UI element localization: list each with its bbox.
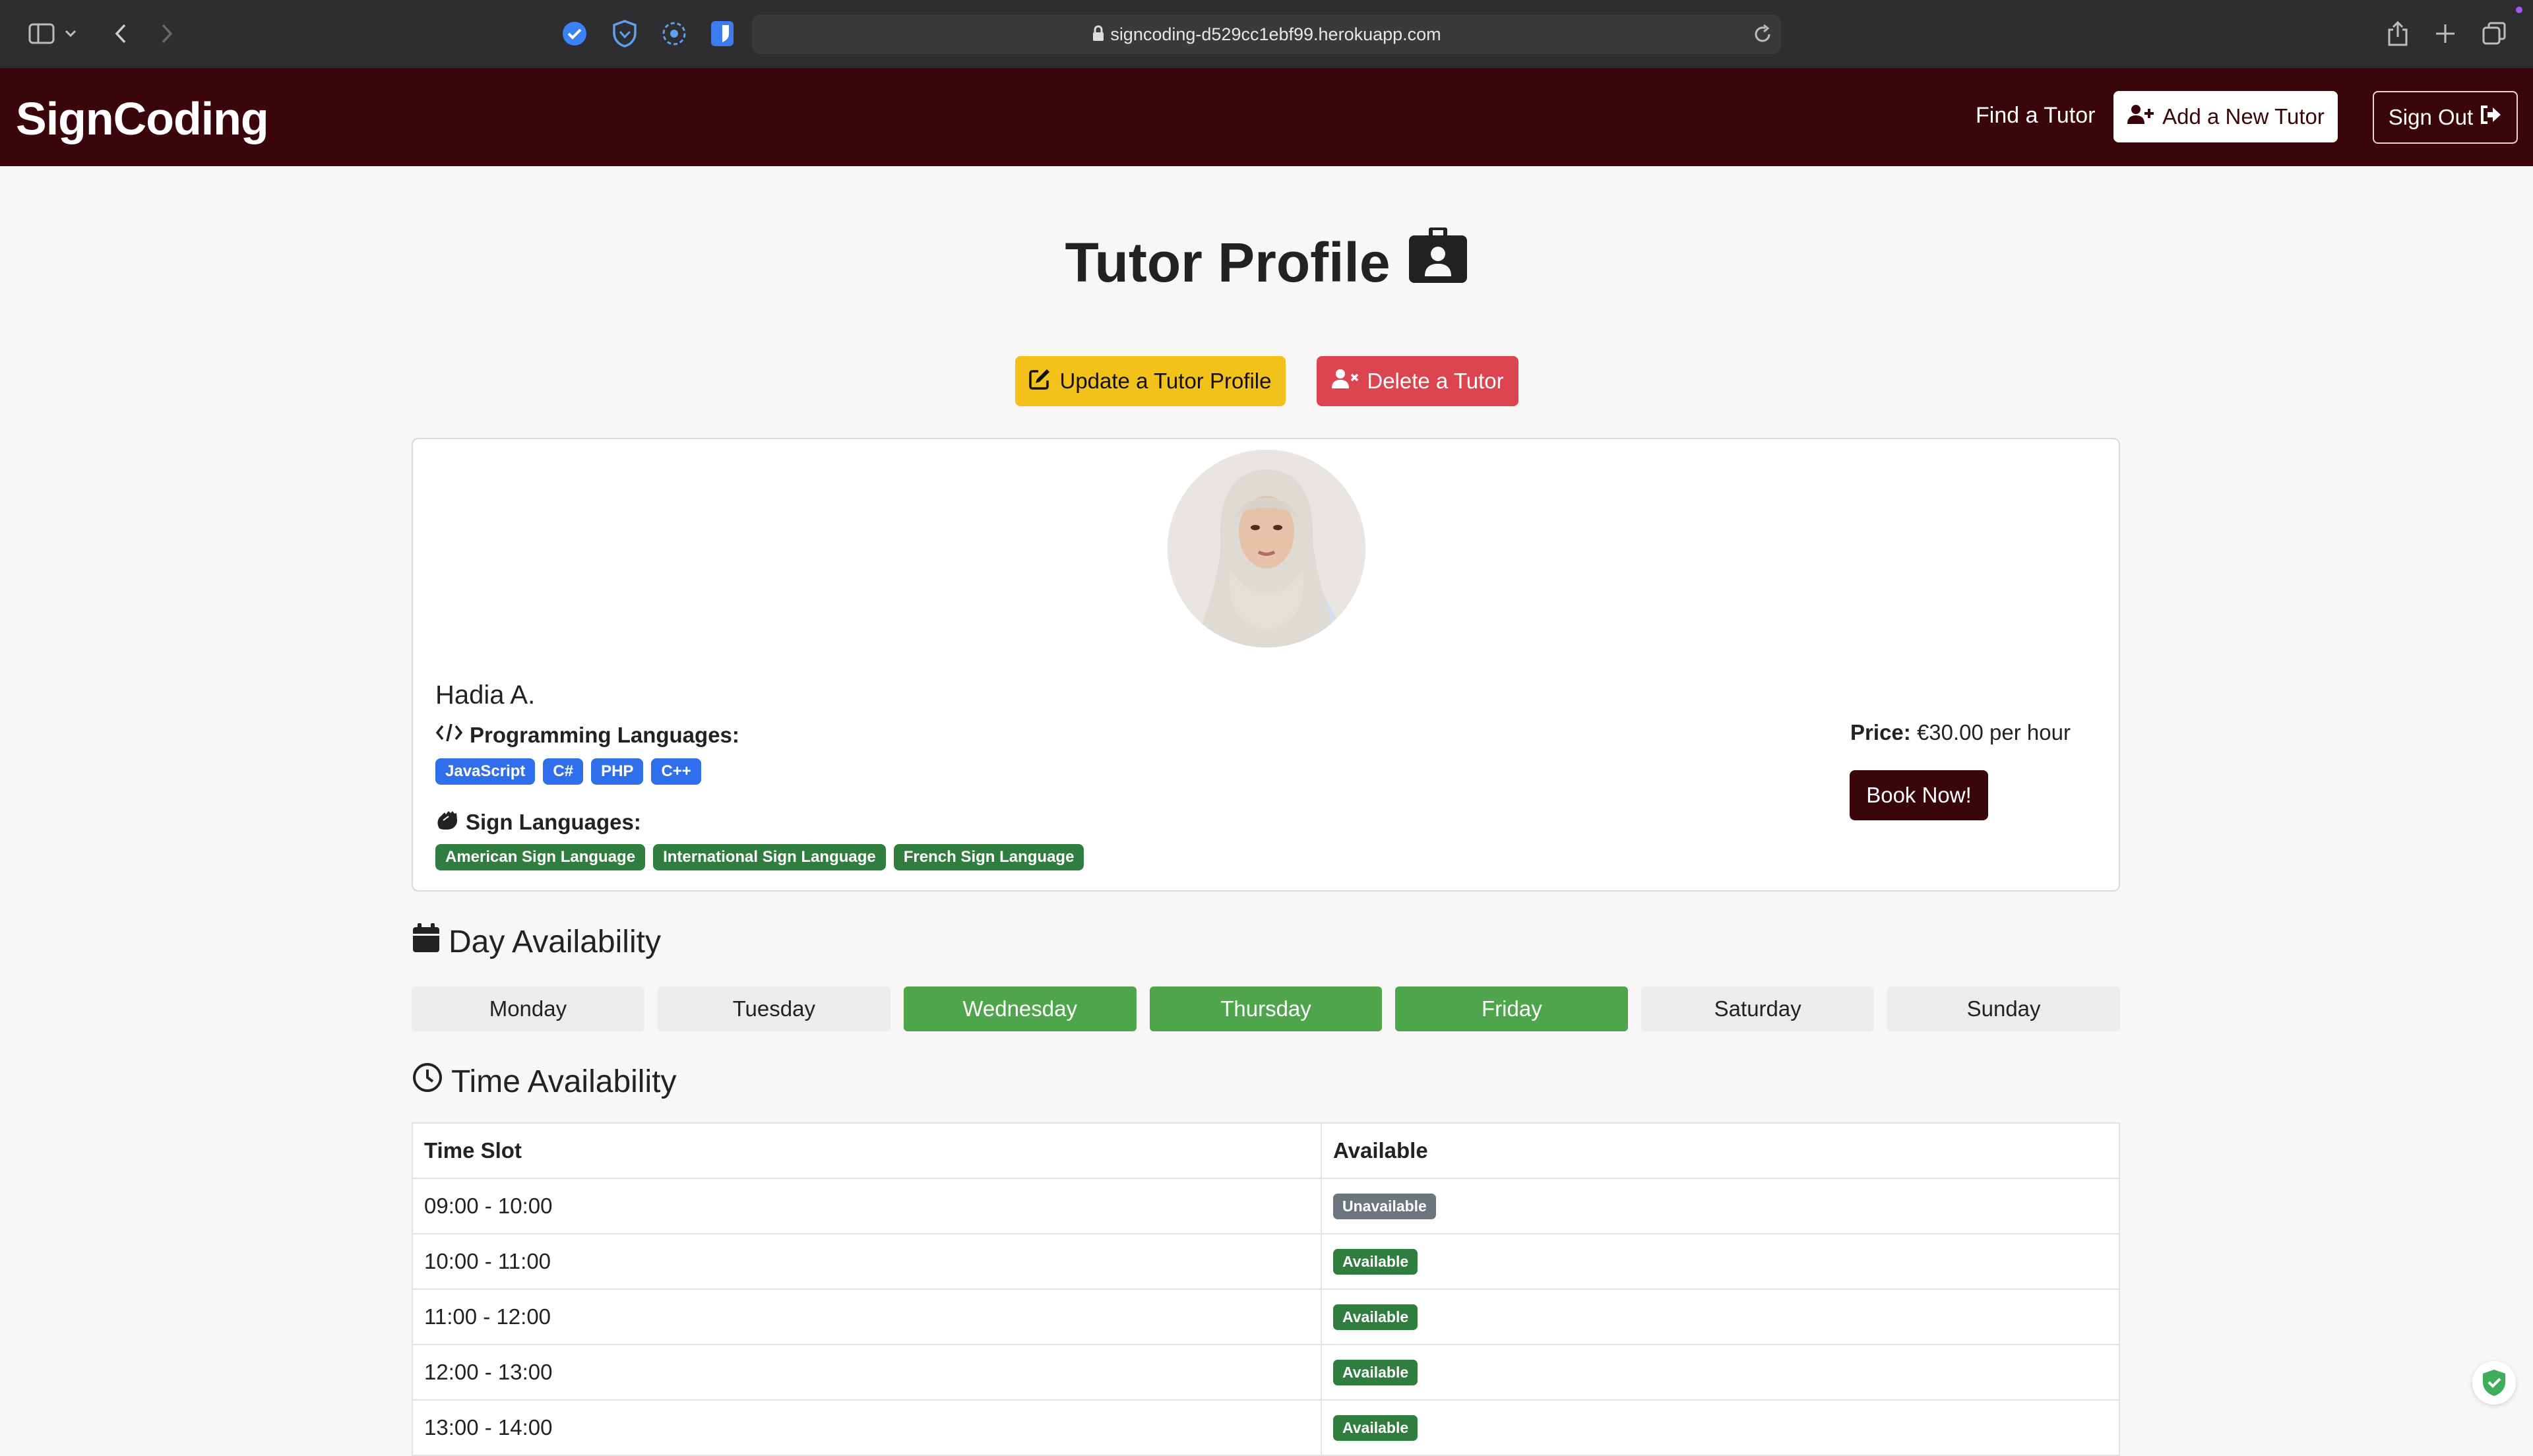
extension-check-icon[interactable] bbox=[558, 17, 591, 50]
dots-extension-icon[interactable] bbox=[658, 17, 691, 50]
day-tuesday: Tuesday bbox=[657, 986, 891, 1031]
status-cell: Available bbox=[1322, 1345, 2119, 1399]
sidebar-icon[interactable] bbox=[25, 17, 58, 50]
address-bar[interactable]: signcoding-d529cc1ebf99.herokuapp.com bbox=[752, 15, 1781, 54]
sign-languages-label: Sign Languages: bbox=[435, 808, 641, 836]
browser-toolbar: signcoding-d529cc1ebf99.herokuapp.com bbox=[0, 0, 2533, 69]
update-tutor-button[interactable]: Update a Tutor Profile bbox=[1015, 356, 1286, 406]
share-icon[interactable] bbox=[2381, 17, 2414, 50]
programming-language-badge: PHP bbox=[591, 758, 644, 785]
status-cell: Unavailable bbox=[1322, 1179, 2119, 1233]
book-now-button[interactable]: Book Now! bbox=[1850, 770, 1988, 820]
find-tutor-link[interactable]: Find a Tutor bbox=[1976, 103, 2095, 129]
brand-logo[interactable]: SignCoding bbox=[16, 92, 269, 145]
calendar-icon bbox=[412, 922, 441, 961]
day-monday: Monday bbox=[412, 986, 644, 1031]
day-friday: Friday bbox=[1395, 986, 1629, 1031]
programming-language-badge: C# bbox=[543, 758, 584, 785]
programming-language-badge: C++ bbox=[651, 758, 701, 785]
time-availability-text: Time Availability bbox=[451, 1064, 677, 1099]
user-plus-icon bbox=[2127, 104, 2154, 130]
programming-languages-label: Programming Languages: bbox=[435, 723, 739, 748]
table-row: 13:00 - 14:00 Available bbox=[413, 1401, 2119, 1456]
status-badge: Available bbox=[1333, 1359, 1418, 1385]
sign-out-label: Sign Out bbox=[2388, 105, 2474, 129]
day-availability-list: Monday Tuesday Wednesday Thursday Friday… bbox=[412, 986, 2121, 1031]
status-badge: Available bbox=[1333, 1414, 1418, 1441]
time-slot-cell: 09:00 - 10:00 bbox=[413, 1179, 1322, 1233]
reload-icon[interactable] bbox=[1752, 24, 1773, 48]
column-header-time-slot: Time Slot bbox=[413, 1124, 1322, 1178]
sign-out-button[interactable]: Sign Out bbox=[2373, 91, 2518, 144]
bitwarden-icon[interactable] bbox=[706, 17, 739, 50]
status-badge: Available bbox=[1333, 1248, 1418, 1275]
status-badge: Available bbox=[1333, 1304, 1418, 1330]
programming-language-badge: JavaScript bbox=[435, 758, 536, 785]
time-slot-cell: 10:00 - 11:00 bbox=[413, 1234, 1322, 1289]
day-availability-text: Day Availability bbox=[449, 924, 661, 959]
programming-languages-badges: JavaScript C# PHP C++ bbox=[435, 758, 701, 785]
url-text[interactable]: signcoding-d529cc1ebf99.herokuapp.com bbox=[752, 15, 1781, 56]
table-row: 09:00 - 10:00 Unavailable bbox=[413, 1179, 2119, 1234]
hands-icon bbox=[435, 808, 459, 836]
site-navbar: SignCoding Find a Tutor Add a New Tutor … bbox=[0, 69, 2533, 166]
code-icon bbox=[435, 723, 463, 748]
add-tutor-button[interactable]: Add a New Tutor bbox=[2113, 91, 2338, 142]
status-cell: Available bbox=[1322, 1234, 2119, 1289]
update-tutor-label: Update a Tutor Profile bbox=[1059, 369, 1272, 393]
page-title: Tutor Profile bbox=[0, 228, 2533, 297]
sign-language-badge: American Sign Language bbox=[435, 844, 646, 870]
time-slot-cell: 11:00 - 12:00 bbox=[413, 1290, 1322, 1344]
lock-icon bbox=[1092, 16, 1105, 56]
page-title-text: Tutor Profile bbox=[1065, 231, 1391, 293]
column-header-available: Available bbox=[1333, 1138, 1428, 1163]
tutor-price: Price: €30.00 per hour bbox=[1809, 720, 2112, 745]
sign-languages-text: Sign Languages: bbox=[466, 810, 641, 834]
sign-languages-badges: American Sign Language International Sig… bbox=[435, 844, 1084, 870]
time-availability-heading: Time Availability bbox=[412, 1062, 676, 1101]
shield-extension-icon[interactable] bbox=[608, 17, 641, 50]
day-sunday: Sunday bbox=[1887, 986, 2121, 1031]
edit-icon bbox=[1029, 367, 1051, 395]
clock-icon bbox=[412, 1062, 443, 1101]
notification-dot bbox=[2516, 7, 2522, 13]
table-row: 11:00 - 12:00 Available bbox=[413, 1290, 2119, 1345]
time-slot-cell: 13:00 - 14:00 bbox=[413, 1401, 1322, 1455]
url-label: signcoding-d529cc1ebf99.herokuapp.com bbox=[1110, 24, 1441, 44]
sign-language-badge: French Sign Language bbox=[893, 844, 1084, 870]
chevron-down-icon[interactable] bbox=[61, 17, 80, 50]
time-availability-table: Time Slot Available 09:00 - 10:00 Unavai… bbox=[412, 1122, 2120, 1456]
id-badge-icon bbox=[1408, 228, 1468, 297]
price-value: €30.00 per hour bbox=[1916, 720, 2071, 744]
delete-tutor-button[interactable]: Delete a Tutor bbox=[1317, 356, 1518, 406]
sign-out-icon bbox=[2480, 105, 2502, 130]
add-tutor-label: Add a New Tutor bbox=[2162, 104, 2325, 129]
table-row: 10:00 - 11:00 Available bbox=[413, 1234, 2119, 1290]
tabs-icon[interactable] bbox=[2478, 17, 2511, 50]
time-slot-cell: 12:00 - 13:00 bbox=[413, 1345, 1322, 1399]
status-cell: Available bbox=[1322, 1290, 2119, 1344]
tutor-avatar bbox=[1168, 450, 1365, 648]
security-shield-icon[interactable] bbox=[2472, 1361, 2516, 1405]
day-availability-heading: Day Availability bbox=[412, 922, 661, 961]
price-label: Price: bbox=[1850, 720, 1911, 744]
forward-icon[interactable] bbox=[150, 17, 183, 50]
day-thursday: Thursday bbox=[1149, 986, 1383, 1031]
back-icon[interactable] bbox=[104, 17, 137, 50]
day-wednesday: Wednesday bbox=[903, 986, 1137, 1031]
table-row: 12:00 - 13:00 Available bbox=[413, 1345, 2119, 1401]
delete-tutor-label: Delete a Tutor bbox=[1367, 369, 1504, 393]
table-header-row: Time Slot Available bbox=[413, 1124, 2119, 1179]
user-remove-icon bbox=[1331, 368, 1360, 394]
status-cell: Available bbox=[1322, 1401, 2119, 1455]
day-saturday: Saturday bbox=[1641, 986, 1875, 1031]
tutor-name: Hadia A. bbox=[435, 681, 536, 710]
sign-language-badge: International Sign Language bbox=[653, 844, 886, 870]
programming-languages-text: Programming Languages: bbox=[470, 723, 739, 747]
new-tab-icon[interactable] bbox=[2429, 17, 2462, 50]
status-badge: Unavailable bbox=[1333, 1193, 1436, 1219]
tutor-profile-card: Hadia A. Programming Languages: JavaScri… bbox=[412, 438, 2120, 892]
